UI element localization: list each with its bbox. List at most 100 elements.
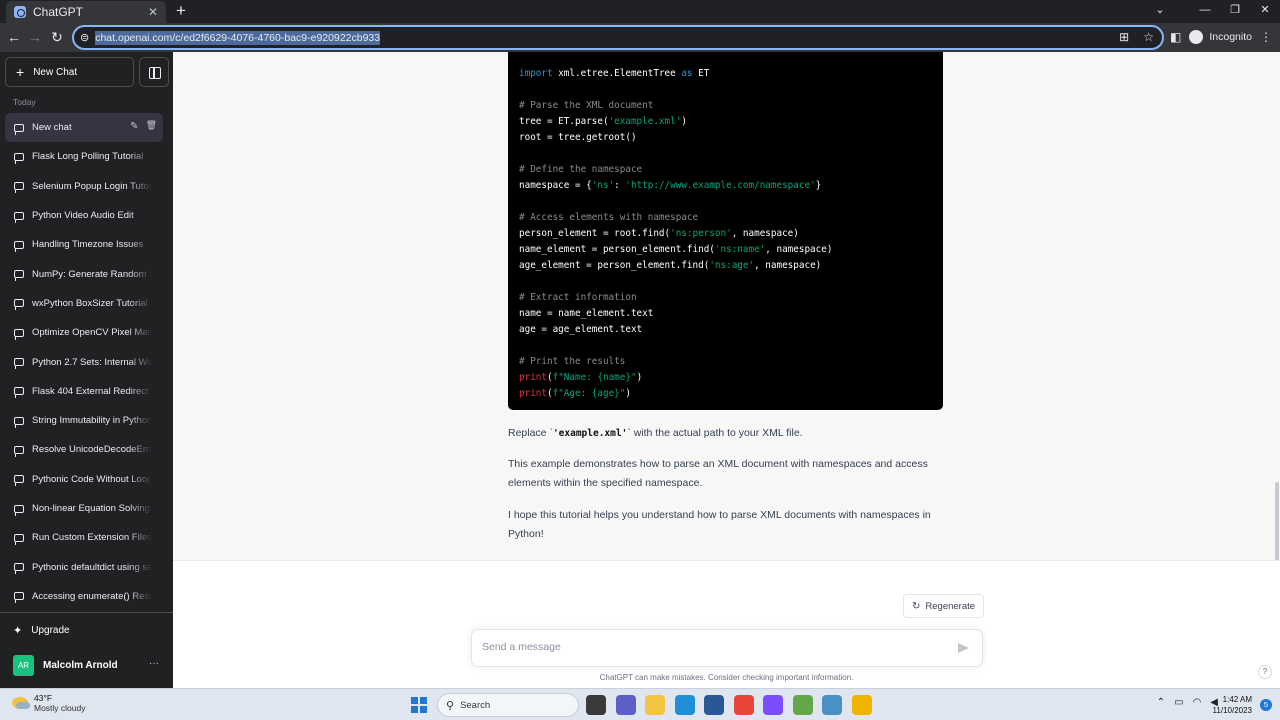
qr-code-icon[interactable]: ⊞ bbox=[1119, 30, 1129, 44]
taskbar-search[interactable]: ⚲ Search bbox=[437, 693, 579, 717]
message-box[interactable] bbox=[471, 629, 983, 667]
taskbar-clock[interactable]: 1:42 AM 11/10/2023 bbox=[1213, 694, 1252, 716]
sidebar-chat-item[interactable]: Pythonic Code Without Loops bbox=[5, 465, 163, 494]
code-token: name = name_element.text bbox=[519, 308, 654, 319]
trash-icon[interactable]: 🗑 bbox=[146, 121, 157, 132]
message-input[interactable] bbox=[482, 641, 942, 653]
upgrade-button[interactable]: ✦ Upgrade bbox=[13, 624, 70, 637]
new-chat-button[interactable]: + New Chat bbox=[5, 57, 134, 87]
sidebar-chat-label: New chat bbox=[32, 122, 72, 134]
site-info-icon[interactable]: ⊜ bbox=[80, 31, 89, 44]
sidebar-chat-item[interactable]: Python 2.7 Sets: Internal Workings bbox=[5, 347, 163, 376]
chat-bubble-icon bbox=[14, 416, 24, 428]
edge-icon[interactable] bbox=[674, 695, 695, 715]
tab-close-icon[interactable]: ✕ bbox=[148, 5, 158, 19]
code-token: : bbox=[614, 180, 626, 191]
paragraph-text: ` with the actual path to your XML file. bbox=[627, 427, 803, 439]
composer-area: ↻ Regenerate ChatGPT can make mistakes. … bbox=[173, 560, 1280, 688]
incognito-icon bbox=[1189, 30, 1204, 44]
date: 11/10/2023 bbox=[1212, 706, 1252, 715]
chrome-active-icon[interactable] bbox=[851, 695, 872, 715]
close-sidebar-button[interactable] bbox=[139, 57, 169, 87]
sidebar-chat-label: Non-linear Equation Solving bbox=[32, 503, 150, 514]
sidebar-chat-item[interactable]: New chat ✎ 🗑 bbox=[5, 113, 163, 143]
file-explorer-icon[interactable] bbox=[645, 695, 665, 715]
tab-search-icon[interactable]: ⌄ bbox=[1130, 0, 1190, 23]
code-line: # Parse the XML document bbox=[519, 98, 932, 114]
weather-widget[interactable]: 43°F Mostly cloudy bbox=[12, 693, 86, 713]
chat-app-icon[interactable] bbox=[615, 695, 636, 715]
sidebar-chat-item[interactable]: Pythonic defaultdict using setdefault bbox=[5, 552, 163, 581]
forward-icon[interactable]: → bbox=[26, 28, 44, 46]
address-bar[interactable]: ⊜ chat.openai.com/c/ed2f6629-4076-4760-b… bbox=[72, 25, 1164, 50]
notification-badge[interactable]: 5 bbox=[1260, 699, 1272, 711]
plus-icon: + bbox=[16, 64, 25, 80]
start-button[interactable] bbox=[411, 697, 427, 713]
user-menu[interactable]: AR Malcolm Arnold ··· bbox=[13, 655, 163, 676]
code-token: root = tree.getroot() bbox=[519, 132, 637, 143]
sidebar-chat-label: Accessing enumerate() Results bbox=[32, 590, 152, 602]
browser-menu-icon[interactable]: ⋮ bbox=[1260, 30, 1272, 44]
code-token: f"Age: {age}" bbox=[552, 388, 626, 399]
edit-icon[interactable]: ✎ bbox=[130, 121, 138, 132]
url-text[interactable]: chat.openai.com/c/ed2f6629-4076-4760-bac… bbox=[95, 30, 381, 45]
browser-tab[interactable]: ChatGPT ✕ bbox=[6, 1, 166, 23]
message-paragraph: This example demonstrates how to parse a… bbox=[508, 458, 928, 489]
sidebar-chat-item[interactable]: wxPython BoxSizer Tutorial bbox=[5, 289, 163, 318]
restore-icon[interactable]: ❐ bbox=[1220, 0, 1250, 23]
code-token: # Define the namespace bbox=[519, 164, 643, 175]
store-icon[interactable] bbox=[704, 695, 724, 715]
sidebar-chat-item[interactable]: Selenium Popup Login Tutorial bbox=[5, 172, 163, 201]
minimize-icon[interactable]: — bbox=[1190, 0, 1220, 23]
reload-icon[interactable]: ↻ bbox=[48, 28, 66, 46]
sidebar-chat-item[interactable]: Accessing enumerate() Results bbox=[5, 582, 163, 611]
regenerate-button[interactable]: ↻ Regenerate bbox=[903, 594, 985, 618]
code-token: import bbox=[519, 68, 553, 79]
chat-bubble-icon bbox=[14, 592, 24, 604]
section-label-today: Today bbox=[13, 97, 36, 107]
wifi-icon[interactable]: ◠ bbox=[1193, 697, 1202, 708]
code-token: } bbox=[815, 180, 822, 191]
sidebar-chat-item[interactable]: Non-linear Equation Solving bbox=[5, 494, 163, 523]
sidebar-chat-label: Flask Long Polling Tutorial bbox=[32, 151, 144, 163]
file-explorer-dark-icon[interactable] bbox=[586, 695, 606, 715]
sidebar-chat-label: Optimize OpenCV Pixel Manipulation bbox=[32, 327, 152, 339]
vpn-icon[interactable] bbox=[763, 695, 783, 715]
sidebar-chat-item[interactable]: Flask Long Polling Tutorial bbox=[5, 142, 163, 171]
new-tab-button[interactable]: + bbox=[172, 2, 190, 20]
sidebar-chat-item[interactable]: Run Custom Extension Files bbox=[5, 523, 163, 552]
sidebar-chat-item[interactable]: NumPy: Generate Random Data bbox=[5, 259, 163, 288]
notepad-icon[interactable] bbox=[792, 695, 813, 715]
send-icon[interactable] bbox=[956, 641, 970, 655]
sidebar-chat-label: String Immutability in Python bbox=[32, 415, 152, 427]
sidebar-chat-item[interactable]: Optimize OpenCV Pixel Manipulation bbox=[5, 318, 163, 347]
chevron-up-icon[interactable]: ⌃ bbox=[1157, 697, 1165, 708]
more-icon[interactable]: ··· bbox=[149, 658, 159, 669]
code-token: xml.etree.ElementTree bbox=[552, 68, 682, 79]
help-button[interactable]: ? bbox=[1258, 665, 1272, 679]
back-icon[interactable]: ← bbox=[5, 28, 23, 46]
paragraph-text: Replace ` bbox=[508, 427, 553, 439]
sidebar-chat-label: Pythonic Code Without Loops bbox=[32, 473, 152, 485]
sidebar-chat-item[interactable]: Resolve UnicodeDecodeError bbox=[5, 435, 163, 464]
window-controls: ⌄ — ❐ ✕ bbox=[1130, 0, 1280, 23]
close-window-icon[interactable]: ✕ bbox=[1250, 0, 1280, 23]
chat-bubble-icon bbox=[14, 152, 24, 164]
sidebar-footer: ✦ Upgrade AR Malcolm Arnold ··· bbox=[0, 612, 173, 676]
chrome-icon[interactable] bbox=[733, 695, 754, 715]
photos-icon[interactable] bbox=[822, 695, 842, 715]
sidebar-chat-item[interactable]: Handling Timezone Issues bbox=[5, 230, 163, 259]
sidebar-chat-item[interactable]: Flask 404 External Redirect bbox=[5, 377, 163, 406]
chat-bubble-icon bbox=[14, 123, 24, 135]
incognito-indicator[interactable]: Incognito bbox=[1189, 30, 1252, 44]
sidebar-chat-item[interactable]: Python Video Audio Edit bbox=[5, 201, 163, 230]
regenerate-label: Regenerate bbox=[925, 600, 976, 612]
side-panel-icon[interactable]: ◧ bbox=[1170, 30, 1181, 44]
bookmark-star-icon[interactable]: ☆ bbox=[1143, 30, 1154, 44]
sidebar-chat-item[interactable]: String Immutability in Python bbox=[5, 406, 163, 435]
network-icon[interactable]: ▭ bbox=[1174, 697, 1183, 708]
tab-title: ChatGPT bbox=[33, 5, 84, 19]
chat-item-actions: ✎ 🗑 bbox=[130, 121, 157, 132]
